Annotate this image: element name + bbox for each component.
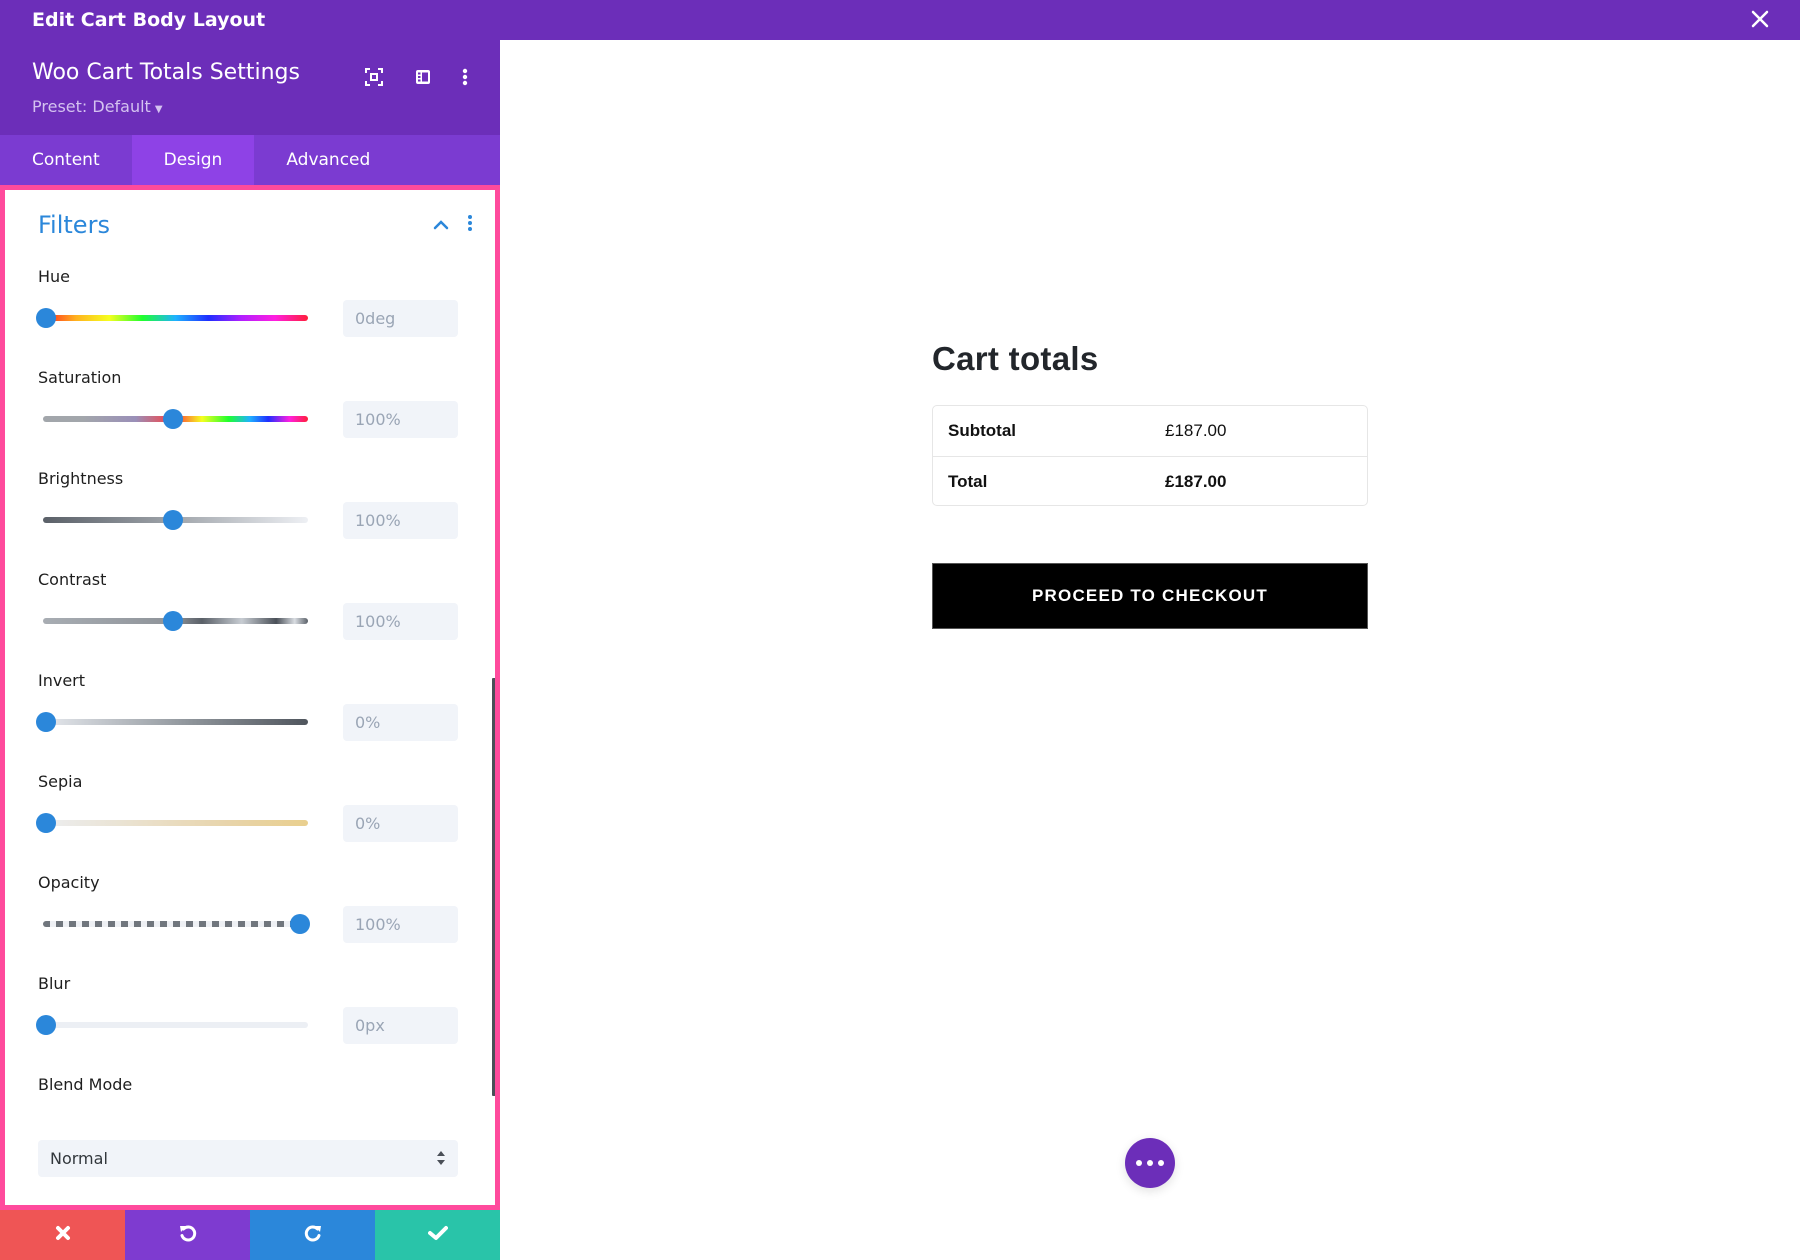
section-title[interactable]: Filters bbox=[38, 211, 110, 239]
table-row: Subtotal £187.00 bbox=[933, 406, 1367, 456]
field-label: Blur bbox=[38, 974, 71, 993]
field-label: Blend Mode bbox=[38, 1075, 133, 1094]
slider-thumb[interactable] bbox=[36, 813, 56, 833]
slider-track bbox=[43, 315, 308, 321]
builder-menu-button[interactable] bbox=[1125, 1138, 1175, 1188]
split-view-icon[interactable] bbox=[411, 65, 435, 89]
select-arrows-icon bbox=[436, 1148, 446, 1168]
settings-panel: Woo Cart Totals Settings Preset: Default… bbox=[0, 40, 500, 1260]
field-label: Saturation bbox=[38, 368, 122, 387]
field-label: Contrast bbox=[38, 570, 107, 589]
sepia-slider[interactable] bbox=[36, 812, 308, 834]
more-vertical-icon[interactable] bbox=[453, 65, 477, 89]
invert-slider[interactable] bbox=[36, 711, 308, 733]
field-label: Hue bbox=[38, 267, 71, 286]
field-label: Brightness bbox=[38, 469, 124, 488]
slider-track bbox=[43, 921, 308, 927]
filter-hue: Hue bbox=[36, 267, 458, 357]
filter-invert: Invert bbox=[36, 671, 458, 761]
chevron-up-icon[interactable] bbox=[432, 216, 450, 230]
sepia-input[interactable] bbox=[343, 805, 458, 842]
filter-brightness: Brightness bbox=[38, 469, 458, 559]
hue-slider[interactable] bbox=[36, 307, 308, 329]
panel-header: Woo Cart Totals Settings Preset: Default… bbox=[0, 40, 500, 135]
redo-icon bbox=[303, 1223, 323, 1247]
saturation-slider[interactable] bbox=[38, 408, 308, 430]
preset-dropdown[interactable]: Preset: Default ▼ bbox=[32, 97, 163, 116]
cart-totals-table: Subtotal £187.00 Total £187.00 bbox=[932, 405, 1368, 506]
opacity-slider[interactable] bbox=[38, 913, 310, 935]
contrast-slider[interactable] bbox=[38, 610, 308, 632]
invert-input[interactable] bbox=[343, 704, 458, 741]
tab-bar: Content Design Advanced bbox=[0, 135, 500, 185]
tab-design[interactable]: Design bbox=[131, 135, 255, 185]
row-value: £187.00 bbox=[1165, 472, 1227, 491]
slider-thumb[interactable] bbox=[36, 308, 56, 328]
save-button[interactable] bbox=[375, 1210, 500, 1260]
slider-thumb[interactable] bbox=[163, 510, 183, 530]
blend-mode-field: Blend Mode bbox=[38, 1075, 458, 1105]
filter-contrast: Contrast bbox=[38, 570, 458, 660]
discard-button[interactable] bbox=[0, 1210, 125, 1260]
check-icon bbox=[427, 1225, 448, 1245]
filter-blur: Blur bbox=[36, 974, 458, 1064]
slider-thumb[interactable] bbox=[36, 1015, 56, 1035]
tab-advanced[interactable]: Advanced bbox=[254, 135, 402, 185]
proceed-to-checkout-button[interactable]: PROCEED TO CHECKOUT bbox=[932, 563, 1368, 629]
preview-canvas bbox=[500, 40, 1800, 1220]
cart-totals-heading: Cart totals bbox=[932, 340, 1099, 377]
saturation-input[interactable] bbox=[343, 401, 458, 438]
preset-label: Preset: Default bbox=[32, 97, 151, 116]
panel-title: Woo Cart Totals Settings bbox=[32, 60, 300, 85]
focus-mode-icon[interactable] bbox=[362, 65, 386, 89]
hue-input[interactable] bbox=[343, 300, 458, 337]
undo-button[interactable] bbox=[125, 1210, 250, 1260]
section-menu-icon[interactable] bbox=[467, 214, 475, 232]
brightness-slider[interactable] bbox=[38, 509, 308, 531]
field-label: Invert bbox=[38, 671, 86, 690]
window-title: Edit Cart Body Layout bbox=[32, 9, 266, 31]
contrast-input[interactable] bbox=[343, 603, 458, 640]
filter-opacity: Opacity bbox=[38, 873, 458, 963]
slider-track bbox=[43, 820, 308, 826]
slider-thumb[interactable] bbox=[163, 611, 183, 631]
redo-button[interactable] bbox=[250, 1210, 375, 1260]
window-title-bar: Edit Cart Body Layout bbox=[0, 0, 1800, 40]
field-label: Sepia bbox=[38, 772, 83, 791]
row-value: £187.00 bbox=[1165, 421, 1227, 440]
filters-section: Filters Hue Saturation Brightness bbox=[0, 185, 500, 1210]
filter-sepia: Sepia bbox=[36, 772, 458, 862]
blur-slider[interactable] bbox=[36, 1014, 308, 1036]
slider-thumb[interactable] bbox=[36, 712, 56, 732]
blend-mode-select[interactable]: Normal bbox=[38, 1140, 458, 1177]
caret-down-icon: ▼ bbox=[154, 104, 163, 115]
panel-footer bbox=[0, 1210, 500, 1260]
slider-track bbox=[43, 719, 308, 725]
opacity-input[interactable] bbox=[343, 906, 458, 943]
more-dot-icon bbox=[1158, 1160, 1164, 1166]
blur-input[interactable] bbox=[343, 1007, 458, 1044]
undo-icon bbox=[178, 1223, 198, 1247]
filter-saturation: Saturation bbox=[38, 368, 458, 458]
more-dot-icon bbox=[1147, 1160, 1153, 1166]
panel-scrollbar[interactable] bbox=[492, 678, 495, 1096]
table-row: Total £187.00 bbox=[933, 456, 1367, 505]
slider-track bbox=[43, 1022, 308, 1028]
slider-thumb[interactable] bbox=[163, 409, 183, 429]
close-icon bbox=[55, 1225, 71, 1245]
row-label: Total bbox=[948, 472, 988, 491]
blend-mode-value: Normal bbox=[50, 1149, 108, 1168]
more-dot-icon bbox=[1136, 1160, 1142, 1166]
brightness-input[interactable] bbox=[343, 502, 458, 539]
close-icon[interactable] bbox=[1748, 7, 1772, 31]
tab-content[interactable]: Content bbox=[0, 135, 132, 185]
field-label: Opacity bbox=[38, 873, 100, 892]
row-label: Subtotal bbox=[948, 421, 1016, 440]
slider-thumb[interactable] bbox=[290, 914, 310, 934]
